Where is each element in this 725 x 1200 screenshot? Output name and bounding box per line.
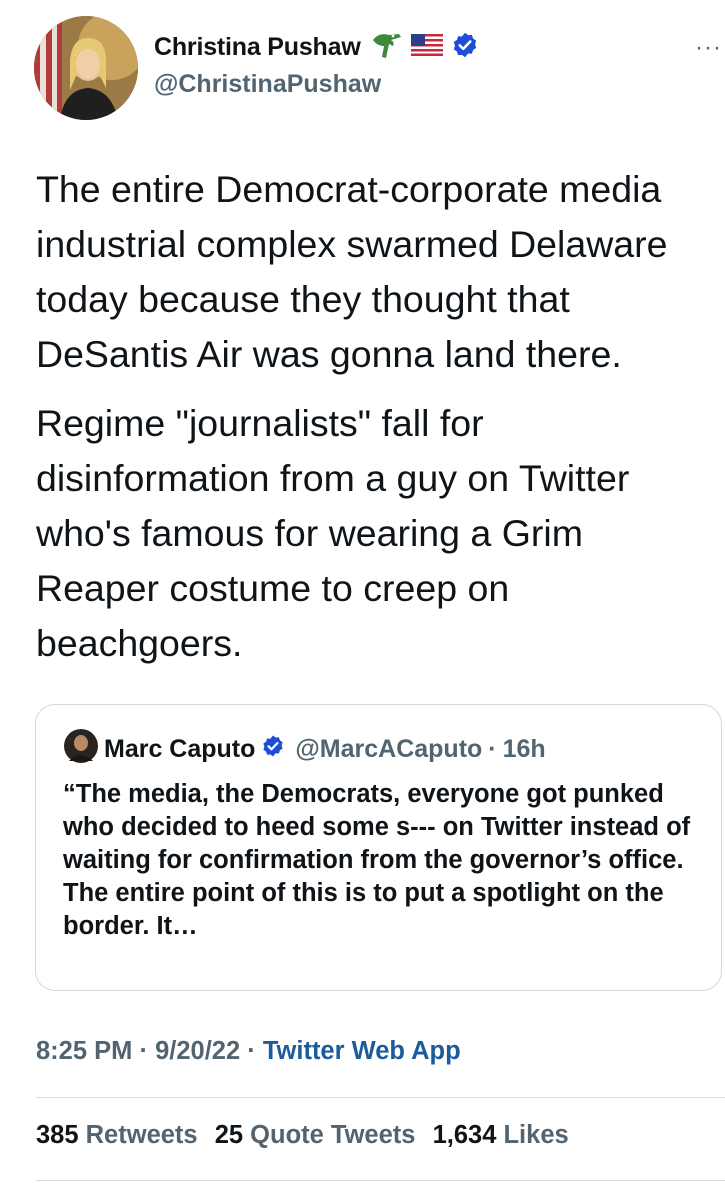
author-name-row: Christina Pushaw <box>154 30 479 65</box>
tweet-time[interactable]: 8:25 PM <box>36 1037 132 1065</box>
tweet-date[interactable]: 9/20/22 <box>155 1037 240 1065</box>
meta-separator: · <box>139 1037 148 1065</box>
likes-label: Likes <box>503 1121 569 1149</box>
meta-separator: · <box>247 1037 256 1065</box>
quotes-label: Quote Tweets <box>250 1121 416 1149</box>
quoted-separator: · <box>488 735 497 763</box>
likes-stat[interactable]: 1,634 Likes <box>433 1121 579 1149</box>
us-flag-icon <box>410 34 443 61</box>
quoted-handle[interactable]: @MarcACaputo <box>295 735 482 764</box>
retweets-count: 385 <box>36 1121 79 1149</box>
quoted-display-name[interactable]: Marc Caputo <box>104 735 255 764</box>
author-display-name[interactable]: Christina Pushaw <box>154 33 361 62</box>
quoted-avatar[interactable] <box>64 729 98 770</box>
quotes-count: 25 <box>214 1121 244 1149</box>
quoted-tweet-header: Marc Caputo @MarcACaputo · 16h <box>64 729 546 770</box>
author-avatar[interactable] <box>34 16 138 120</box>
divider <box>36 1180 725 1181</box>
retweets-label: Retweets <box>85 1121 198 1149</box>
quoted-tweet-card[interactable]: Marc Caputo @MarcACaputo · 16h “The medi… <box>35 704 722 991</box>
avatar-image <box>34 16 138 120</box>
likes-count: 1,634 <box>432 1121 497 1149</box>
verified-badge-icon <box>451 31 479 64</box>
engagement-stats: 385 Retweets 25 Quote Tweets 1,634 Likes <box>36 1121 579 1150</box>
quoted-tweet-text: “The media, the Democrats, everyone got … <box>63 780 691 940</box>
more-options-icon[interactable]: ··· <box>695 34 722 62</box>
alligator-icon <box>369 30 403 65</box>
divider <box>36 1097 725 1098</box>
tweet-text: The entire Democrat-corporate media indu… <box>36 162 716 671</box>
tweet-paragraph: Regime "journalists" fall for disinforma… <box>36 402 630 664</box>
tweet-paragraph: The entire Democrat-corporate media indu… <box>36 168 668 375</box>
verified-badge-icon <box>261 734 285 765</box>
retweets-stat[interactable]: 385 Retweets <box>36 1121 208 1149</box>
quotes-stat[interactable]: 25 Quote Tweets <box>215 1121 426 1149</box>
source-app-link[interactable]: Twitter Web App <box>263 1037 461 1065</box>
tweet-metadata: 8:25 PM · 9/20/22 · Twitter Web App <box>36 1037 461 1066</box>
quoted-time[interactable]: 16h <box>503 735 546 764</box>
author-handle[interactable]: @ChristinaPushaw <box>154 70 381 99</box>
